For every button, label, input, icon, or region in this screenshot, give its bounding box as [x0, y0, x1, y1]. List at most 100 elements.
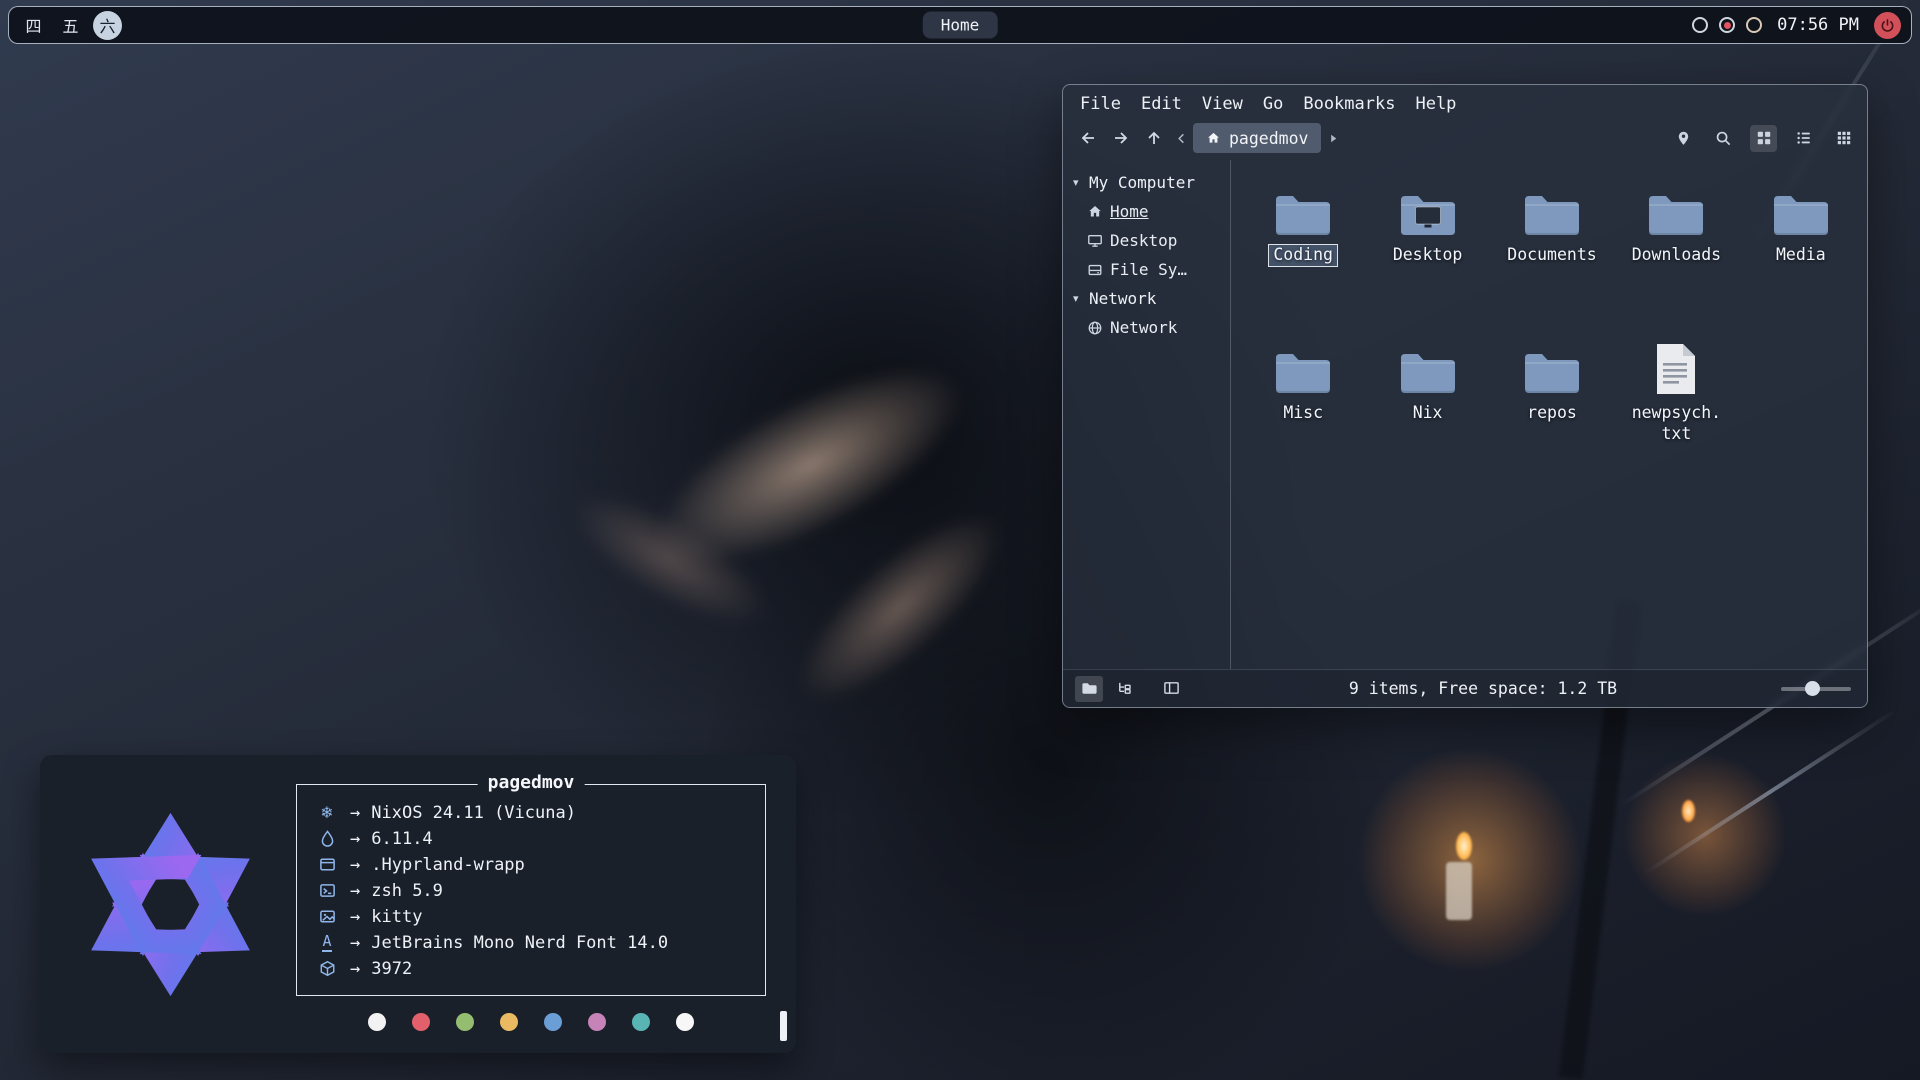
fetch-font-value: JetBrains Mono Nerd Font 14.0: [371, 933, 668, 953]
nixos-snowflake-icon: ❄: [315, 803, 339, 822]
back-icon: [1079, 129, 1097, 147]
sidebar-item-network[interactable]: Network: [1073, 313, 1226, 342]
path-segment-home[interactable]: pagedmov: [1193, 123, 1321, 153]
folder-icon: [1523, 349, 1581, 396]
fetch-content: pagedmov ❄ → NixOS 24.11 (Vicuna) → 6.11…: [296, 778, 766, 1031]
fetch-terminal-value: kitty: [371, 907, 422, 927]
folder-mini-icon: [1081, 680, 1098, 697]
forward-icon: [1112, 129, 1130, 147]
palette-dot-cyan: [632, 1013, 650, 1031]
fetch-row-os: ❄ → NixOS 24.11 (Vicuna): [315, 800, 749, 826]
tray-record-icon[interactable]: [1719, 17, 1735, 33]
path-segment-label: pagedmov: [1229, 129, 1308, 148]
compact-view-button[interactable]: [1830, 125, 1857, 152]
menu-item-bookmarks[interactable]: Bookmarks: [1294, 92, 1404, 116]
sidebar-item-label: Desktop: [1110, 231, 1177, 250]
file-label: Nix: [1409, 403, 1447, 424]
file-item-coding[interactable]: Coding: [1243, 186, 1363, 344]
wallpaper-flame: [1682, 800, 1695, 822]
file-item-repos[interactable]: repos: [1492, 344, 1612, 502]
menu-item-view[interactable]: View: [1193, 92, 1252, 116]
chevron-right-icon: [1327, 132, 1340, 145]
arrow-glyph: →: [350, 829, 360, 849]
collapse-triangle-icon: ▾: [1073, 176, 1083, 189]
folder-icon: [1523, 191, 1581, 238]
path-scroll-left[interactable]: [1172, 125, 1190, 151]
icon-view-button[interactable]: [1750, 125, 1777, 152]
file-item-nix[interactable]: Nix: [1368, 344, 1488, 502]
file-label: Misc: [1279, 403, 1327, 424]
arrow-glyph: →: [350, 803, 360, 823]
toolbar: pagedmov: [1063, 118, 1867, 160]
palette-dot-green: [456, 1013, 474, 1031]
status-bar: 9 items, Free space: 1.2 TB: [1063, 669, 1867, 707]
slider-knob[interactable]: [1805, 681, 1820, 696]
chevron-left-icon: [1175, 132, 1188, 145]
menu-bar: File Edit View Go Bookmarks Help: [1063, 85, 1867, 118]
desktop-icon: [1087, 233, 1103, 249]
menu-item-go[interactable]: Go: [1254, 92, 1292, 116]
nixos-logo-icon: [70, 794, 270, 1014]
wm-window-icon: [315, 856, 339, 873]
file-item-misc[interactable]: Misc: [1243, 344, 1363, 502]
workspace-6-active[interactable]: 六: [93, 11, 122, 40]
back-button[interactable]: [1073, 123, 1103, 153]
palette-dot-yellow: [500, 1013, 518, 1031]
fetch-packages-value: 3972: [371, 959, 412, 979]
sidebar-item-desktop[interactable]: Desktop: [1073, 226, 1226, 255]
up-button[interactable]: [1139, 123, 1169, 153]
sidebar-item-filesystem[interactable]: File Sy…: [1073, 255, 1226, 284]
top-bar: 四 五 六 Home 07:56 PM: [8, 6, 1912, 44]
file-item-downloads[interactable]: Downloads: [1616, 186, 1736, 344]
sidebar-section-network[interactable]: ▾ Network: [1073, 284, 1226, 313]
file-label-selected: Coding: [1269, 245, 1337, 266]
file-item-media[interactable]: Media: [1741, 186, 1861, 344]
arrow-glyph: →: [350, 855, 360, 875]
sidebar-item-home[interactable]: Home: [1073, 197, 1226, 226]
fetch-info-box: pagedmov ❄ → NixOS 24.11 (Vicuna) → 6.11…: [296, 784, 766, 996]
fetch-row-packages: → 3972: [315, 956, 749, 982]
workspace-4[interactable]: 四: [19, 11, 48, 40]
power-icon: [1880, 18, 1895, 33]
forward-button[interactable]: [1106, 123, 1136, 153]
desktop-folder-icon: [1399, 191, 1457, 238]
toolbar-right-tools: [1670, 125, 1857, 152]
file-item-desktop[interactable]: Desktop: [1368, 186, 1488, 344]
zoom-slider[interactable]: [1781, 679, 1851, 699]
folder-icon: [1647, 191, 1705, 238]
list-view-button[interactable]: [1790, 125, 1817, 152]
power-button[interactable]: [1874, 12, 1901, 39]
directory-tree-button[interactable]: [1110, 676, 1138, 702]
sidebar-section-my-computer[interactable]: ▾ My Computer: [1073, 168, 1226, 197]
menu-item-edit[interactable]: Edit: [1132, 92, 1191, 116]
tray-circle-icon-2[interactable]: [1746, 17, 1762, 33]
tray-circle-icon[interactable]: [1692, 17, 1708, 33]
file-label: Media: [1772, 245, 1830, 266]
compact-view-icon: [1836, 130, 1852, 146]
file-label: Documents: [1503, 245, 1600, 266]
menu-item-file[interactable]: File: [1071, 92, 1130, 116]
arrow-glyph: →: [350, 881, 360, 901]
fastfetch-widget: pagedmov ❄ → NixOS 24.11 (Vicuna) → 6.11…: [40, 755, 796, 1053]
menu-item-help[interactable]: Help: [1406, 92, 1465, 116]
clock: 07:56 PM: [1777, 15, 1859, 35]
folder-icon: [1772, 191, 1830, 238]
fetch-row-kernel: → 6.11.4: [315, 826, 749, 852]
path-scroll-right[interactable]: [1324, 125, 1342, 151]
network-globe-icon: [1087, 320, 1103, 336]
wallpaper-candle: [1446, 862, 1472, 920]
location-pin-button[interactable]: [1670, 125, 1697, 152]
workspace-5[interactable]: 五: [56, 11, 85, 40]
show-folders-button[interactable]: [1075, 676, 1103, 702]
font-icon: A: [315, 934, 339, 952]
packages-cube-icon: [315, 960, 339, 977]
arrow-glyph: →: [350, 933, 360, 953]
section-label: Network: [1089, 289, 1156, 308]
file-item-newpsych-txt[interactable]: newpsych.txt: [1616, 344, 1736, 502]
file-label: repos: [1523, 403, 1581, 424]
search-button[interactable]: [1710, 125, 1737, 152]
side-pane-toggle-button[interactable]: [1157, 676, 1185, 702]
palette-dot-magenta: [588, 1013, 606, 1031]
file-item-documents[interactable]: Documents: [1492, 186, 1612, 344]
fetch-os-value: NixOS 24.11 (Vicuna): [371, 803, 576, 823]
